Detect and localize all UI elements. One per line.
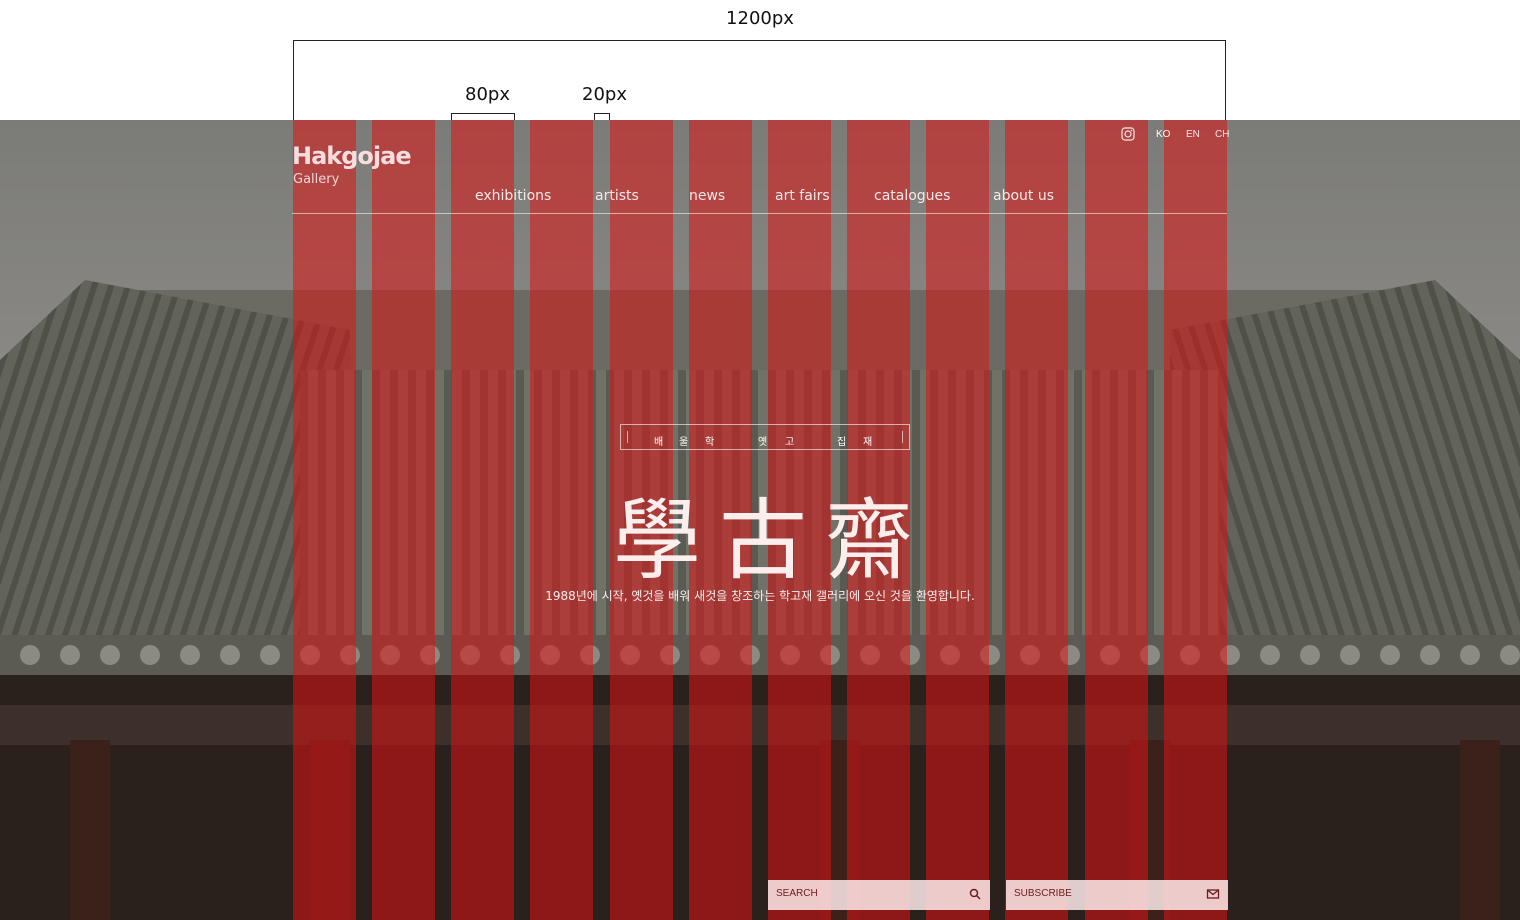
header-divider <box>292 213 1227 214</box>
motto-box: 배 울 학 옛 고 집 재 <box>620 424 910 450</box>
spec-container-width-label: 1200px <box>726 8 794 29</box>
spec-column-width-label: 80px <box>465 84 510 105</box>
subscribe-input[interactable]: SUBSCRIBE <box>1006 880 1228 910</box>
hero-tagline: 1988년에 시작, 옛것을 배워 새것을 창조하는 학고재 갤러리에 오신 것… <box>545 589 975 603</box>
motto-char: 집 <box>837 437 847 448</box>
nav-artists[interactable]: artists <box>595 188 639 204</box>
search-label: SEARCH <box>776 888 818 899</box>
language-ch[interactable]: CH <box>1215 129 1229 140</box>
motto-char: 재 <box>863 437 873 448</box>
grid-column <box>1164 120 1227 920</box>
grid-column <box>1085 120 1148 920</box>
search-input[interactable]: SEARCH <box>768 880 990 910</box>
spec-container-width-bracket <box>293 40 1226 126</box>
motto-char: 학 <box>705 437 715 448</box>
subscribe-label: SUBSCRIBE <box>1014 888 1072 899</box>
spec-gutter-width-label: 20px <box>582 84 627 105</box>
language-ko[interactable]: KO <box>1156 129 1170 140</box>
grid-column <box>451 120 514 920</box>
grid-column <box>372 120 435 920</box>
logo-subtitle: Gallery <box>293 172 340 187</box>
motto-char: 고 <box>785 437 795 448</box>
hero-title: 學古齋 <box>613 489 932 592</box>
mail-icon[interactable] <box>1206 887 1220 901</box>
grid-column <box>293 120 356 920</box>
nav-about-us[interactable]: about us <box>993 188 1054 204</box>
grid-column <box>1005 120 1068 920</box>
instagram-icon[interactable] <box>1121 127 1135 141</box>
logo-wordmark[interactable]: Hakgojae <box>292 142 412 170</box>
hero-section: Hakgojae Gallery KO EN CH exhibitions ar… <box>0 120 1520 920</box>
motto-characters: 배 울 학 옛 고 집 재 <box>621 425 911 451</box>
motto-char: 옛 <box>758 437 768 448</box>
language-en[interactable]: EN <box>1186 129 1200 140</box>
nav-catalogues[interactable]: catalogues <box>874 188 950 204</box>
motto-char: 배 <box>654 437 664 448</box>
grid-column <box>530 120 593 920</box>
search-icon[interactable] <box>968 887 982 901</box>
motto-char: 울 <box>679 437 689 448</box>
nav-news[interactable]: news <box>689 188 725 204</box>
nav-exhibitions[interactable]: exhibitions <box>475 188 551 204</box>
grid-column <box>926 120 989 920</box>
nav-art-fairs[interactable]: art fairs <box>775 188 830 204</box>
